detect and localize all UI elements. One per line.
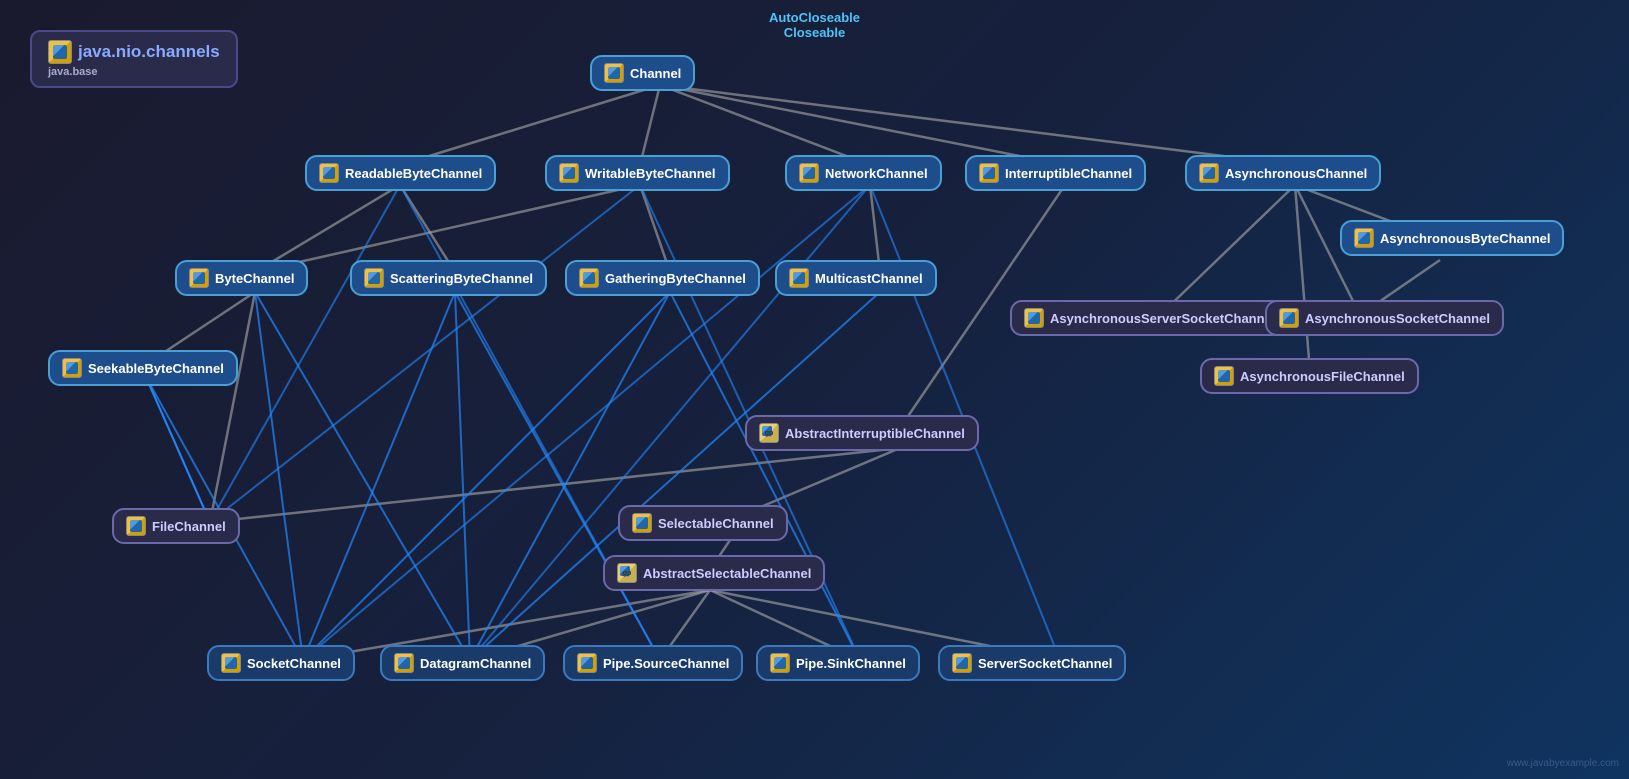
- byte-icon: [189, 268, 209, 288]
- node-PipeSinkChannel[interactable]: Pipe.SinkChannel: [756, 645, 920, 681]
- seekable-label: SeekableByteChannel: [88, 361, 224, 376]
- channel-icon: [604, 63, 624, 83]
- node-NetworkChannel[interactable]: NetworkChannel: [785, 155, 942, 191]
- interruptible-icon: [979, 163, 999, 183]
- diagram-container: AutoCloseable Closeable java.nio.channel…: [0, 0, 1629, 779]
- node-WritableByteChannel[interactable]: WritableByteChannel: [545, 155, 730, 191]
- abstractint-icon: [759, 423, 779, 443]
- serversocket-icon: [952, 653, 972, 673]
- multicast-label: MulticastChannel: [815, 271, 923, 286]
- node-Channel[interactable]: Channel: [590, 55, 695, 91]
- module-title: java.nio.channels: [78, 42, 220, 62]
- datagram-label: DatagramChannel: [420, 656, 531, 671]
- async-label: AsynchronousChannel: [1225, 166, 1367, 181]
- abstractsel-icon: [617, 563, 637, 583]
- abstractsel-label: AbstractSelectableChannel: [643, 566, 811, 581]
- gathering-icon: [579, 268, 599, 288]
- socket-label: SocketChannel: [247, 656, 341, 671]
- node-DatagramChannel[interactable]: DatagramChannel: [380, 645, 545, 681]
- node-AsynchronousChannel[interactable]: AsynchronousChannel: [1185, 155, 1381, 191]
- asyncsocket-icon: [1279, 308, 1299, 328]
- node-AsyncServerSocketChannel[interactable]: AsynchronousServerSocketChannel: [1010, 300, 1289, 336]
- scattering-icon: [364, 268, 384, 288]
- socket-icon: [221, 653, 241, 673]
- byte-label: ByteChannel: [215, 271, 294, 286]
- asyncfile-label: AsynchronousFileChannel: [1240, 369, 1405, 384]
- pipesink-icon: [770, 653, 790, 673]
- scattering-label: ScatteringByteChannel: [390, 271, 533, 286]
- pipesource-label: Pipe.SourceChannel: [603, 656, 729, 671]
- asyncbyte-icon: [1354, 228, 1374, 248]
- asyncserver-label: AsynchronousServerSocketChannel: [1050, 311, 1275, 326]
- node-AsyncSocketChannel[interactable]: AsynchronousSocketChannel: [1265, 300, 1504, 336]
- seekable-icon: [62, 358, 82, 378]
- module-sub: java.base: [48, 66, 98, 78]
- node-ByteChannel[interactable]: ByteChannel: [175, 260, 308, 296]
- selectable-label: SelectableChannel: [658, 516, 774, 531]
- network-label: NetworkChannel: [825, 166, 928, 181]
- gathering-label: GatheringByteChannel: [605, 271, 746, 286]
- node-AbstractInterruptibleChannel[interactable]: AbstractInterruptibleChannel: [745, 415, 979, 451]
- module-icon: [48, 40, 72, 64]
- multicast-icon: [789, 268, 809, 288]
- node-ServerSocketChannel[interactable]: ServerSocketChannel: [938, 645, 1126, 681]
- writable-icon: [559, 163, 579, 183]
- readable-icon: [319, 163, 339, 183]
- interruptible-label: InterruptibleChannel: [1005, 166, 1132, 181]
- asyncfile-icon: [1214, 366, 1234, 386]
- node-SelectableChannel[interactable]: SelectableChannel: [618, 505, 788, 541]
- node-SocketChannel[interactable]: SocketChannel: [207, 645, 355, 681]
- network-icon: [799, 163, 819, 183]
- asyncbyte-label: AsynchronousByteChannel: [1380, 231, 1550, 246]
- node-GatheringByteChannel[interactable]: GatheringByteChannel: [565, 260, 760, 296]
- node-FileChannel[interactable]: FileChannel: [112, 508, 240, 544]
- node-AsynchronousByteChannel[interactable]: AsynchronousByteChannel: [1340, 220, 1564, 256]
- node-PipeSourceChannel[interactable]: Pipe.SourceChannel: [563, 645, 743, 681]
- abstractint-label: AbstractInterruptibleChannel: [785, 426, 965, 441]
- module-badge: java.nio.channels java.base: [30, 30, 238, 88]
- asyncserver-icon: [1024, 308, 1044, 328]
- node-ScatteringByteChannel[interactable]: ScatteringByteChannel: [350, 260, 547, 296]
- async-icon: [1199, 163, 1219, 183]
- node-SeekableByteChannel[interactable]: SeekableByteChannel: [48, 350, 238, 386]
- channel-label: Channel: [630, 66, 681, 81]
- file-label: FileChannel: [152, 519, 226, 534]
- serversocket-label: ServerSocketChannel: [978, 656, 1112, 671]
- node-AbstractSelectableChannel[interactable]: AbstractSelectableChannel: [603, 555, 825, 591]
- pipesink-label: Pipe.SinkChannel: [796, 656, 906, 671]
- asyncsocket-label: AsynchronousSocketChannel: [1305, 311, 1490, 326]
- node-AsyncFileChannel[interactable]: AsynchronousFileChannel: [1200, 358, 1419, 394]
- pipesource-icon: [577, 653, 597, 673]
- readable-label: ReadableByteChannel: [345, 166, 482, 181]
- watermark: www.javabyexample.com: [1507, 758, 1619, 769]
- selectable-icon: [632, 513, 652, 533]
- file-icon: [126, 516, 146, 536]
- node-MulticastChannel[interactable]: MulticastChannel: [775, 260, 937, 296]
- parent-interfaces-label: AutoCloseable Closeable: [769, 10, 860, 40]
- node-ReadableByteChannel[interactable]: ReadableByteChannel: [305, 155, 496, 191]
- node-InterruptibleChannel[interactable]: InterruptibleChannel: [965, 155, 1146, 191]
- writable-label: WritableByteChannel: [585, 166, 716, 181]
- datagram-icon: [394, 653, 414, 673]
